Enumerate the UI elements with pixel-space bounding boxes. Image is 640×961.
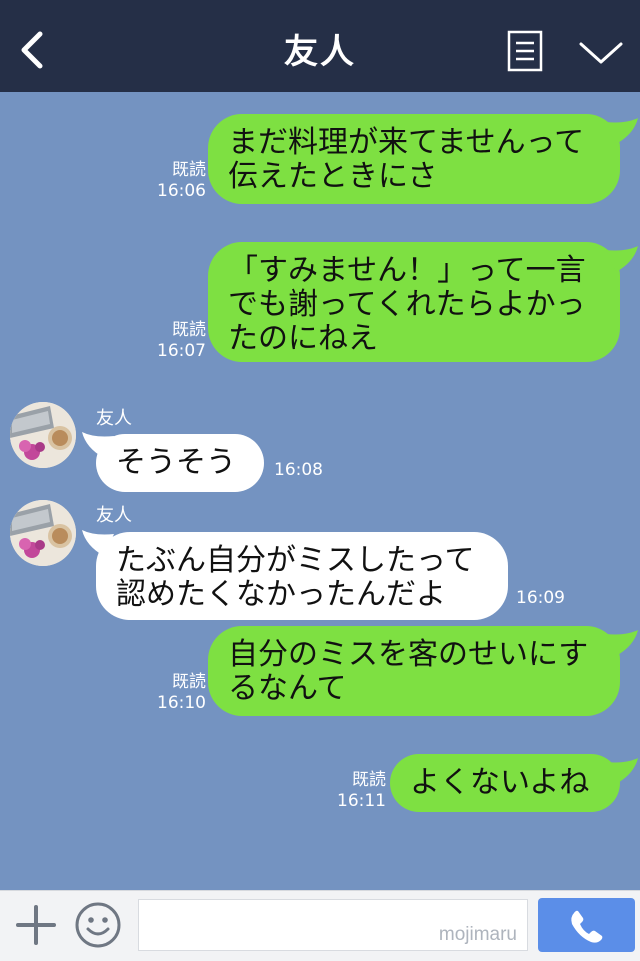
- read-label: 既読: [172, 160, 206, 180]
- call-button[interactable]: [538, 898, 635, 952]
- message-input[interactable]: mojimaru: [138, 899, 528, 951]
- sent-message-bubble[interactable]: まだ料理が来てませんって 伝えたときにさ: [208, 114, 620, 204]
- read-status: 既読 16:11: [330, 770, 386, 812]
- message-input-bar: mojimaru: [0, 890, 640, 961]
- bubble-tail: [606, 630, 638, 656]
- sender-name: 友人: [96, 505, 132, 526]
- sender-name: 友人: [96, 408, 132, 429]
- sent-message-bubble[interactable]: よくないよね: [390, 754, 620, 812]
- avatar-image: [10, 500, 76, 566]
- avatar[interactable]: [10, 500, 76, 566]
- bubble-tail: [606, 246, 638, 272]
- plus-icon[interactable]: [14, 903, 58, 947]
- avatar[interactable]: [10, 402, 76, 468]
- sent-message-bubble[interactable]: 自分のミスを客のせいにす るなんて: [208, 626, 620, 716]
- phone-icon: [571, 910, 603, 943]
- message-time: 16:09: [516, 588, 565, 608]
- read-status: 既読 16:10: [150, 672, 206, 714]
- smiley-icon[interactable]: [74, 901, 122, 949]
- chat-header: 友人: [0, 0, 640, 92]
- read-status: 既読 16:07: [150, 320, 206, 362]
- message-time: 16:08: [274, 460, 323, 480]
- read-label: 既読: [352, 770, 386, 790]
- bubble-tail: [606, 758, 638, 784]
- message-time: 16:11: [337, 791, 386, 811]
- read-label: 既読: [172, 672, 206, 692]
- read-status: 既読 16:06: [150, 160, 206, 202]
- avatar-image: [10, 402, 76, 468]
- bubble-tail: [606, 118, 638, 144]
- message-time: 16:10: [157, 693, 206, 713]
- received-message-bubble[interactable]: そうそう: [96, 434, 264, 492]
- note-icon[interactable]: [507, 30, 543, 72]
- read-label: 既読: [172, 320, 206, 340]
- received-message-bubble[interactable]: たぶん自分がミスしたって 認めたくなかったんだよ: [96, 532, 508, 620]
- message-time: 16:06: [157, 181, 206, 201]
- chat-title: 友人: [284, 32, 356, 72]
- sent-message-bubble[interactable]: 「すみません！」って一言 でも謝ってくれたらよかっ たのにねえ: [208, 242, 620, 362]
- watermark: mojimaru: [438, 924, 517, 945]
- message-time: 16:07: [157, 341, 206, 361]
- chevron-down-icon[interactable]: [578, 38, 624, 68]
